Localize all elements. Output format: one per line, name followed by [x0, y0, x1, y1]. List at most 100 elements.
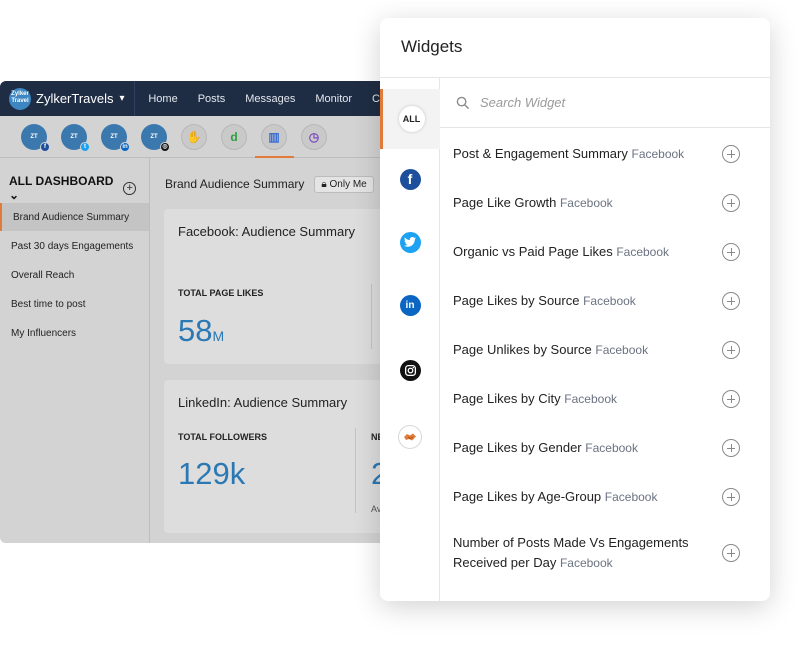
widget-source: Facebook [604, 490, 658, 504]
twitter-badge-icon: t [80, 141, 90, 152]
add-widget-button[interactable] [722, 292, 740, 310]
page-title: Brand Audience Summary [165, 177, 305, 191]
widget-source: Facebook [583, 294, 636, 308]
add-widget-button[interactable] [722, 544, 740, 562]
network-tabs: ALL f in [380, 78, 440, 601]
sidebar-header: ALL DASHBOARD ⌄ + [0, 158, 149, 202]
add-widget-button[interactable] [722, 488, 740, 506]
add-widget-button[interactable] [722, 145, 740, 163]
widget-source: Facebook [559, 196, 613, 210]
search-bar [440, 78, 770, 128]
widget-name: Page Unlikes by Source [453, 342, 592, 357]
linkedin-audience-card: LinkedIn: Audience Summary TOTAL FOLLOWE… [164, 380, 400, 533]
chevron-down-icon: ▾ [119, 93, 125, 104]
sidebar-item-past-30-days[interactable]: Past 30 days Engagements [0, 232, 149, 260]
metric-label: TOTAL PAGE LIKES [178, 288, 264, 298]
widget-source: Facebook [631, 147, 685, 161]
d-app-icon[interactable]: d [221, 123, 247, 150]
panel-title: Widgets [401, 37, 463, 56]
widget-name: Page Likes by Age-Group [453, 489, 602, 504]
card-title: LinkedIn: Audience Summary [178, 395, 348, 410]
sidebar-item-best-time[interactable]: Best time to post [0, 290, 149, 318]
stage: Zylker Travel ZylkerTravels ▾ Home Posts… [0, 0, 811, 648]
widgets-header: Widgets [380, 18, 770, 78]
metric-value: 129k [178, 456, 246, 491]
analytics-icon[interactable]: ▥ [261, 123, 287, 150]
tab-facebook[interactable]: f [380, 149, 440, 209]
divider [371, 284, 372, 349]
facebook-audience-card: Facebook: Audience Summary TOTAL PAGE LI… [164, 209, 400, 364]
lock-icon: 🔒︎ [321, 178, 327, 190]
widget-name: Page Likes by Source [453, 293, 580, 308]
add-widget-button[interactable] [722, 243, 740, 261]
add-widget-button[interactable] [722, 341, 740, 359]
dashboard-sidebar: ALL DASHBOARD ⌄ + Brand Audience Summary… [0, 158, 150, 543]
list-item[interactable]: Page Like Growth Facebook [440, 193, 770, 213]
metric-label: TOTAL FOLLOWERS [178, 432, 267, 442]
add-widget-button[interactable] [722, 194, 740, 212]
facebook-badge-icon: f [40, 141, 50, 152]
divider [355, 428, 356, 513]
widget-source: Facebook [616, 245, 670, 259]
clock-icon[interactable]: ◷ [301, 123, 327, 150]
tab-handshake[interactable] [380, 407, 440, 467]
list-item[interactable]: Post & Engagement Summary Facebook [440, 144, 770, 164]
facebook-icon: f [399, 168, 421, 190]
linkedin-icon: in [399, 294, 421, 316]
instagram-badge-icon: ◎ [160, 141, 170, 152]
tab-linkedin[interactable]: in [380, 275, 440, 335]
list-item[interactable]: Page Likes by City Facebook [440, 389, 770, 409]
widget-source: Facebook [585, 441, 638, 455]
nav-messages[interactable]: Messages [245, 93, 295, 105]
list-item[interactable]: Page Likes by Gender Facebook [440, 438, 770, 458]
dashboard-app: Zylker Travel ZylkerTravels ▾ Home Posts… [0, 81, 400, 543]
list-item[interactable]: Number of Posts Made Vs Engagements Rece… [440, 533, 770, 573]
sidebar-item-influencers[interactable]: My Influencers [0, 319, 149, 347]
widgets-panel: Widgets ALL f in Search Widget Post & En… [380, 18, 770, 601]
sidebar-item-brand-audience-summary[interactable]: Brand Audience Summary [0, 203, 149, 231]
tab-instagram[interactable] [380, 340, 440, 400]
brand-switcher[interactable]: Zylker Travel ZylkerTravels ▾ [0, 81, 136, 116]
twitter-icon [399, 231, 421, 253]
widget-source: Facebook [559, 556, 613, 570]
instagram-icon [399, 359, 421, 381]
sidebar-title[interactable]: ALL DASHBOARD ⌄ [9, 174, 123, 202]
brand-name: ZylkerTravels [36, 91, 114, 106]
all-icon: ALL [398, 106, 425, 132]
add-widget-button[interactable] [722, 439, 740, 457]
search-input[interactable] [480, 95, 740, 110]
add-dashboard-button[interactable]: + [123, 181, 136, 195]
widget-source: Facebook [564, 392, 617, 406]
tab-all[interactable]: ALL [380, 89, 440, 149]
list-item[interactable]: Page Likes by Age-Group Facebook [440, 487, 770, 507]
add-widget-button[interactable] [722, 390, 740, 408]
handshake-icon [398, 425, 422, 449]
instagram-profile-avatar[interactable]: ZT ◎ [141, 123, 170, 152]
account-bar: ZT f ZT t ZT in ZT ◎ ✋ d ▥ ◷ [0, 116, 400, 158]
metric-value: 58M [178, 313, 225, 348]
handshake-icon[interactable]: ✋ [181, 123, 207, 150]
chevron-down-icon: ⌄ [9, 188, 20, 202]
visibility-button[interactable]: 🔒︎ Only Me [314, 175, 374, 193]
search-icon [456, 96, 470, 109]
list-item[interactable]: Page Likes by Source Facebook [440, 291, 770, 311]
list-item[interactable]: Organic vs Paid Page Likes Facebook [440, 242, 770, 262]
brand-logo: Zylker Travel [9, 87, 31, 110]
nav-home[interactable]: Home [148, 93, 177, 105]
nav-more[interactable]: C [372, 93, 380, 105]
nav-posts[interactable]: Posts [198, 93, 226, 105]
dashboard-main: Brand Audience Summary 🔒︎ Only Me Facebo… [151, 158, 400, 543]
linkedin-profile-avatar[interactable]: ZT in [101, 123, 130, 152]
twitter-profile-avatar[interactable]: ZT t [61, 123, 90, 152]
top-navbar: Zylker Travel ZylkerTravels ▾ Home Posts… [0, 81, 400, 116]
card-title: Facebook: Audience Summary [178, 224, 356, 239]
linkedin-badge-icon: in [120, 141, 130, 152]
sidebar-item-overall-reach[interactable]: Overall Reach [0, 261, 149, 289]
tab-twitter[interactable] [380, 212, 440, 272]
widget-list: Post & Engagement Summary Facebook Page … [440, 78, 770, 601]
nav-monitor[interactable]: Monitor [315, 93, 352, 105]
facebook-profile-avatar[interactable]: ZT f [21, 123, 50, 152]
widget-name: Page Likes by City [453, 391, 561, 406]
widget-name: Page Like Growth [453, 195, 557, 210]
list-item[interactable]: Page Unlikes by Source Facebook [440, 340, 770, 360]
